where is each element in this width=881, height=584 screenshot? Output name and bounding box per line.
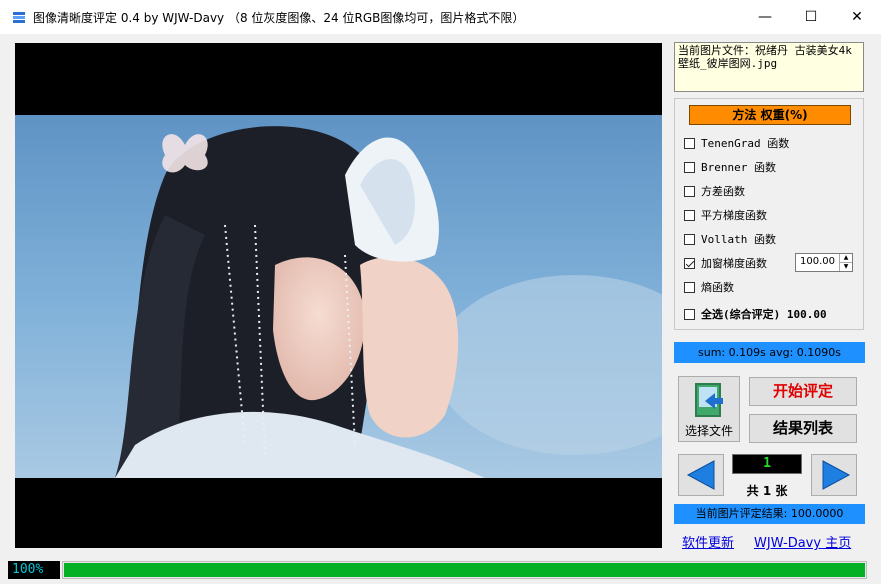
method-windowed-gradient-checkbox[interactable] — [684, 257, 695, 269]
image-total-label: 共 1 张 — [746, 484, 788, 498]
method-entropy-label: 熵函数 — [701, 281, 734, 294]
close-button[interactable]: ✕ — [834, 0, 880, 34]
start-evaluation-button[interactable]: 开始评定 — [749, 377, 857, 406]
method-variance[interactable]: 方差函数 — [684, 182, 745, 200]
method-squared-gradient[interactable]: 平方梯度函数 — [684, 206, 767, 224]
timing-status: sum: 0.109s avg: 0.1090s — [674, 342, 865, 363]
image-index-display: 1 — [732, 454, 802, 474]
evaluation-result: 当前图片评定结果: 100.0000 — [674, 504, 865, 524]
method-entropy-checkbox[interactable] — [684, 281, 695, 293]
spin-down-icon[interactable]: ▼ — [840, 263, 852, 271]
select-all-label: 全选(综合评定) 100.00 — [701, 308, 827, 321]
method-variance-label: 方差函数 — [701, 185, 745, 198]
method-squared-gradient-checkbox[interactable] — [684, 209, 695, 221]
window-title: 图像清晰度评定 0.4 by WJW-Davy （8 位灰度图像、24 位RGB… — [33, 11, 525, 25]
folder-open-icon — [695, 383, 723, 417]
arrow-right-icon — [822, 460, 851, 490]
weight-spin-buttons: ▲ ▼ — [839, 254, 852, 271]
progress-percent: 100% — [8, 561, 60, 579]
select-all-checkbox[interactable] — [684, 308, 695, 320]
weight-value: 100.00 — [800, 256, 835, 267]
portrait-photo-illustration — [15, 115, 662, 478]
method-brenner-checkbox[interactable] — [684, 161, 695, 173]
method-tenengrad-checkbox[interactable] — [684, 137, 695, 149]
app-icon — [13, 12, 25, 23]
minimize-icon: — — [758, 9, 772, 25]
maximize-icon: ☐ — [804, 9, 818, 25]
method-brenner-label: Brenner 函数 — [701, 161, 776, 174]
maximize-button[interactable]: ☐ — [788, 0, 834, 34]
method-brenner[interactable]: Brenner 函数 — [684, 158, 776, 176]
author-homepage-link[interactable]: WJW-Davy 主页 — [754, 532, 851, 551]
weight-spinbox[interactable]: 100.00 ▲ ▼ — [795, 253, 853, 272]
software-update-link[interactable]: 软件更新 — [682, 532, 734, 551]
method-tenengrad[interactable]: TenenGrad 函数 — [684, 134, 789, 152]
method-variance-checkbox[interactable] — [684, 185, 695, 197]
close-icon: ✕ — [851, 9, 863, 25]
title-bar: 图像清晰度评定 0.4 by WJW-Davy （8 位灰度图像、24 位RGB… — [0, 0, 881, 34]
method-vollath-label: Vollath 函数 — [701, 233, 776, 246]
methods-group: 方法 权重(%) TenenGrad 函数 Brenner 函数 方差函数 平方… — [674, 98, 864, 330]
select-file-button[interactable]: 选择文件 — [678, 376, 740, 442]
image-preview-panel — [15, 43, 662, 548]
progress-bar — [62, 561, 867, 579]
method-squared-gradient-label: 平方梯度函数 — [701, 209, 767, 222]
progress-fill — [64, 563, 865, 577]
result-list-button[interactable]: 结果列表 — [749, 414, 857, 443]
method-tenengrad-label: TenenGrad 函数 — [701, 137, 790, 150]
methods-header: 方法 权重(%) — [689, 105, 851, 125]
preview-photo — [15, 115, 662, 478]
current-file-info: 当前图片文件：祝绪丹 古装美女4k壁纸_彼岸图网.jpg — [674, 42, 864, 92]
select-all[interactable]: 全选(综合评定) 100.00 — [684, 305, 827, 323]
minimize-button[interactable]: — — [742, 0, 788, 34]
select-file-label: 选择文件 — [684, 424, 733, 438]
spin-up-icon[interactable]: ▲ — [840, 254, 852, 263]
previous-image-button[interactable] — [678, 454, 724, 496]
method-windowed-gradient-label: 加窗梯度函数 — [701, 257, 767, 270]
method-windowed-gradient[interactable]: 加窗梯度函数 — [684, 254, 767, 272]
arrow-left-icon — [686, 460, 715, 490]
method-vollath-checkbox[interactable] — [684, 233, 695, 245]
next-image-button[interactable] — [811, 454, 857, 496]
current-file-text: 当前图片文件：祝绪丹 古装美女4k壁纸_彼岸图网.jpg — [678, 44, 852, 70]
method-vollath[interactable]: Vollath 函数 — [684, 230, 776, 248]
method-entropy[interactable]: 熵函数 — [684, 278, 734, 296]
